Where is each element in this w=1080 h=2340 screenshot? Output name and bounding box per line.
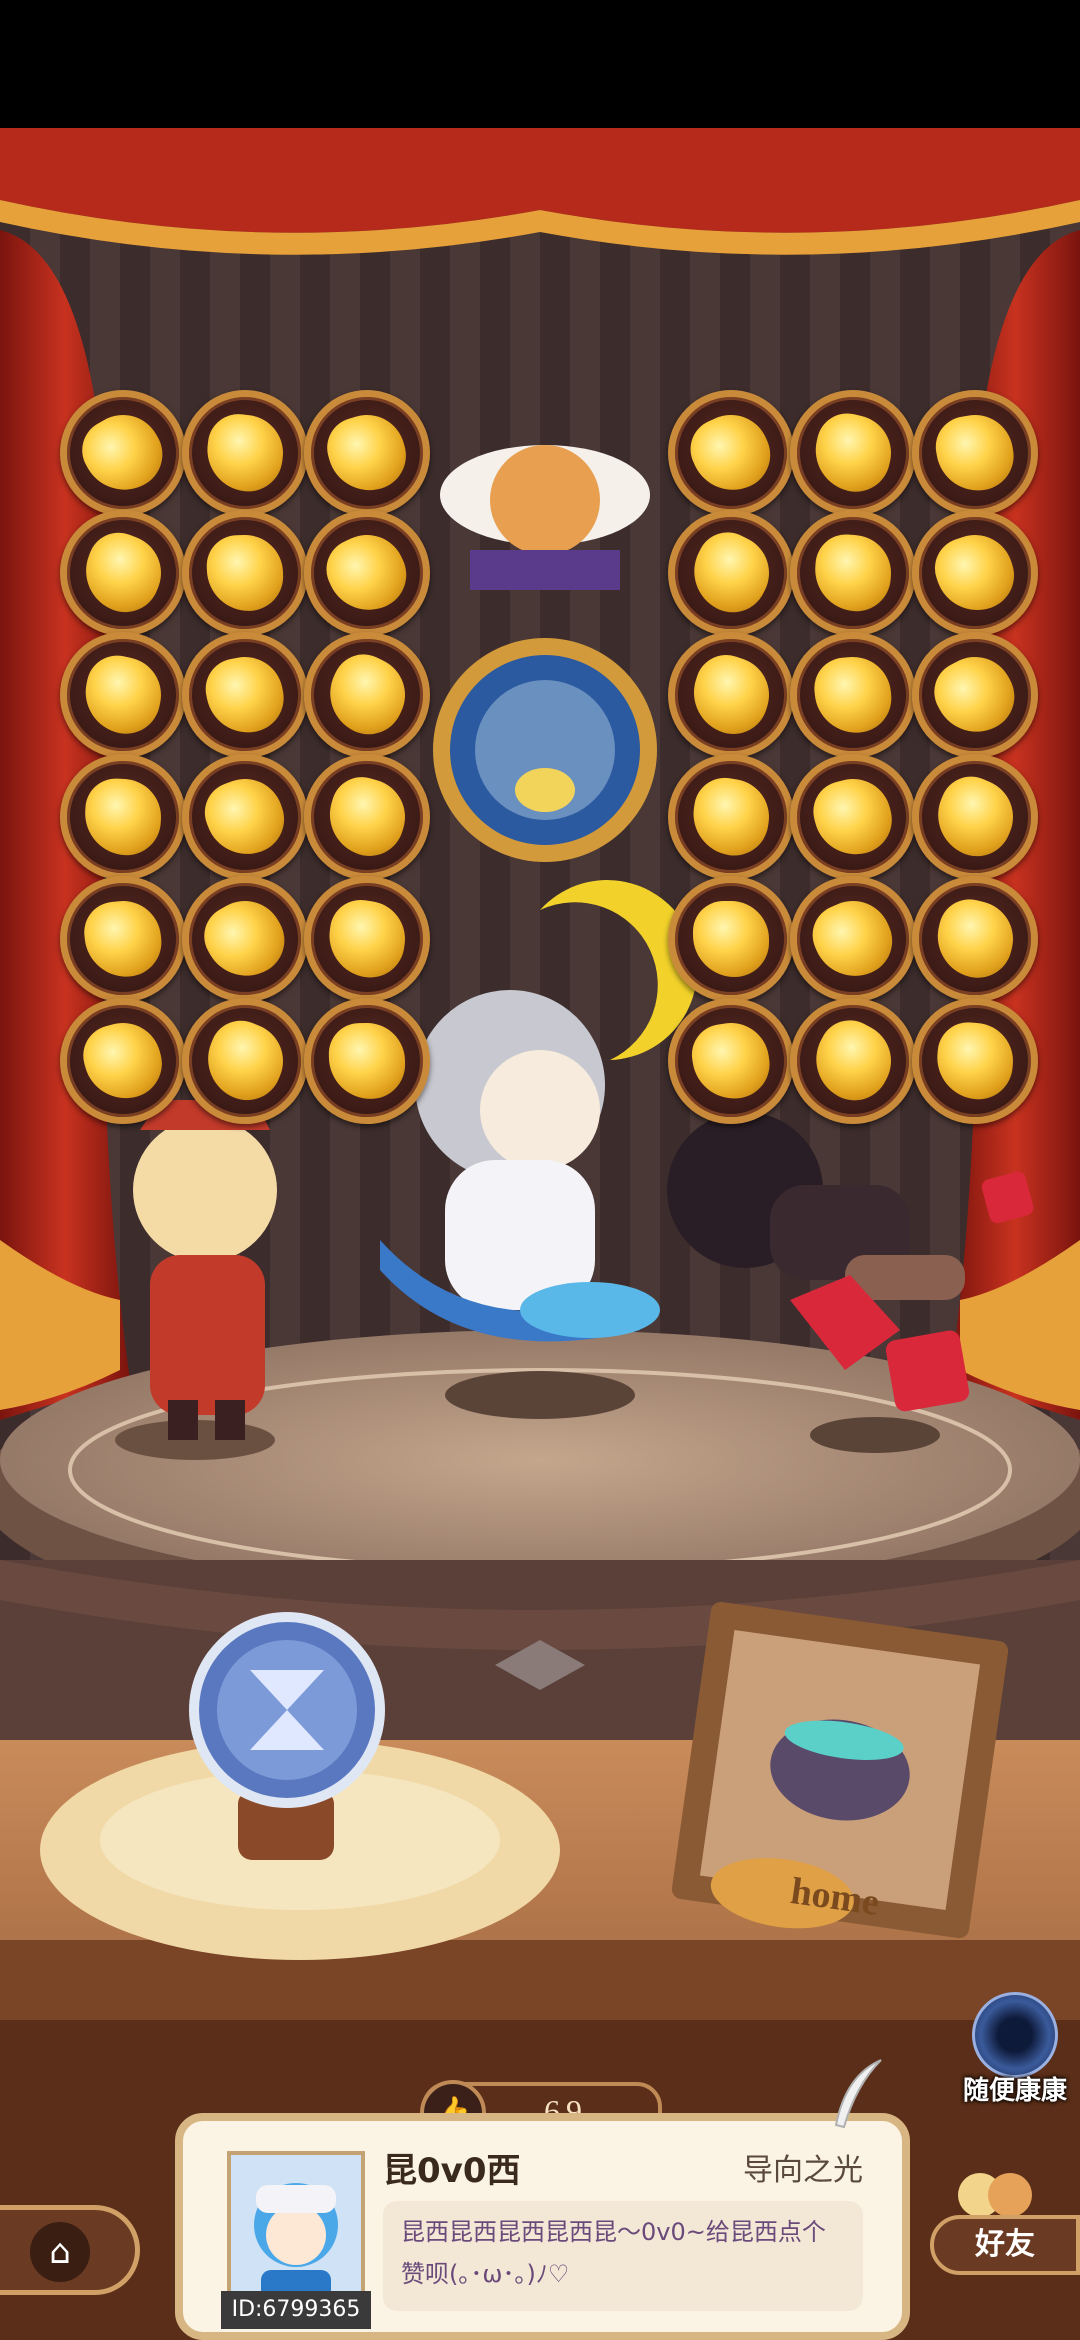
medal-icon [319,405,415,501]
medal-icon [812,532,894,614]
medal-slot[interactable] [790,390,916,516]
medal-icon [200,650,290,740]
medal-icon [76,1014,170,1108]
player-name: 昆0v0西 [383,2151,521,2191]
medal-icon [77,649,169,741]
medal-icon [195,1011,295,1111]
medal-slot[interactable] [790,876,916,1002]
portal-icon [972,1992,1058,2078]
medal-icon [923,643,1027,747]
medal-slot[interactable] [790,754,916,880]
medal-icon [801,1009,905,1113]
medal-icon [196,768,294,866]
medal-icon [202,410,288,496]
medal-icon [193,887,297,991]
medal-slot[interactable] [304,754,430,880]
medal-slot[interactable] [912,876,1038,1002]
medal-slot[interactable] [182,876,308,1002]
medal-slot[interactable] [60,754,186,880]
medal-slot[interactable] [182,632,308,758]
hourglass-icon [249,1672,325,1748]
home-frame-button[interactable]: home [685,1610,1005,1940]
medal-slot[interactable] [60,998,186,1124]
medal-icon [205,533,285,613]
medal-slot[interactable] [912,754,1038,880]
medal-icon [933,1019,1017,1103]
medal-icon [926,524,1024,622]
medal-slot[interactable] [912,998,1038,1124]
medal-icon [680,402,782,504]
medal-icon [928,892,1022,986]
medal-icon [81,897,165,981]
medal-slot[interactable] [668,876,794,1002]
medal-slot[interactable] [668,510,794,636]
medal-icon [328,1022,406,1100]
medal-icon [687,1017,775,1105]
medal-slot[interactable] [790,632,916,758]
medal-slot[interactable] [60,510,186,636]
house-icon: ⌂ [30,2222,90,2282]
home-button[interactable]: ⌂ [0,2205,140,2295]
medal-icon [925,767,1025,867]
medal-slot[interactable] [182,754,308,880]
profile-card[interactable]: ID:6799365 昆0v0西 导向之光 昆西昆西昆西昆西昆～0v0~给昆西点… [175,2113,910,2340]
medal-icon [687,773,775,861]
friends-label: 好友 [930,2215,1080,2275]
medal-slot[interactable] [60,876,186,1002]
player-bio: 昆西昆西昆西昆西昆～0v0~给昆西点个赞呗(｡･ω･｡)ﾉ♡ [383,2201,863,2311]
medal-slot[interactable] [790,998,916,1124]
medal-icon [319,769,415,865]
medal-slot[interactable] [304,390,430,516]
random-visit-label: 随便康康 [962,2076,1067,2106]
medal-slot[interactable] [790,510,916,636]
friends-button[interactable]: 好友 [930,2160,1080,2290]
game-stage: 👍 69 ID:6799365 昆0v0西 导向之光 昆西昆西昆西昆西昆～0v0… [0,0,1080,2340]
medal-slot[interactable] [60,632,186,758]
medal-slot[interactable] [668,632,794,758]
medal-slot[interactable] [304,998,430,1124]
medal-slot[interactable] [60,390,186,516]
medal-slot[interactable] [668,998,794,1124]
medal-slot[interactable] [668,390,794,516]
hourglass-orb-button[interactable] [189,1612,385,1808]
player-title: 导向之光 [743,2153,863,2188]
medal-icon [73,523,173,623]
medal-icon [679,521,783,625]
scene-background [0,0,1080,2340]
medal-slot[interactable] [912,632,1038,758]
medal-slot[interactable] [182,998,308,1124]
medal-slot[interactable] [304,632,430,758]
random-visit-button[interactable]: 随便康康 [950,1992,1080,2112]
medal-icon [683,647,779,743]
quill-icon[interactable] [826,2055,886,2135]
home-frame-label: home [788,1870,882,1924]
medal-icon [83,777,163,857]
player-id: ID:6799365 [221,2291,371,2329]
medal-icon [316,522,418,624]
medal-icon [324,896,410,982]
medal-slot[interactable] [304,510,430,636]
medal-slot[interactable] [668,754,794,880]
medal-icon [807,407,899,499]
medal-icon [693,901,769,977]
medal-slot[interactable] [182,510,308,636]
medal-icon [930,408,1020,498]
medal-icon [811,653,895,737]
medal-slot[interactable] [912,510,1038,636]
medal-icon [71,401,175,505]
medal-slot[interactable] [912,390,1038,516]
medal-icon [316,644,418,746]
medal-icon [803,889,903,989]
medal-slot[interactable] [182,390,308,516]
medal-slot[interactable] [304,876,430,1002]
medal-icon [806,770,900,864]
